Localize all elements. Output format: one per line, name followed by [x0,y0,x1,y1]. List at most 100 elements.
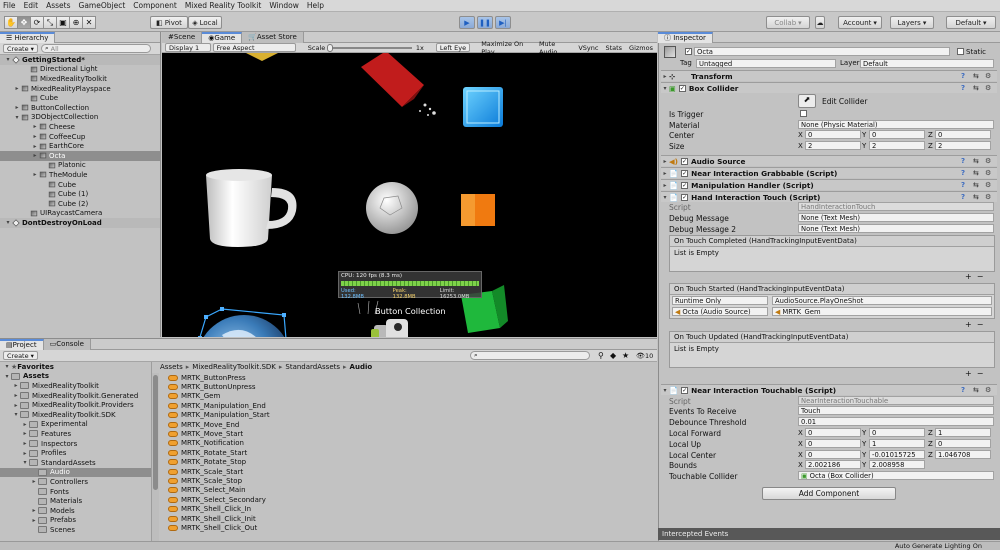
menu-item[interactable]: Assets [46,1,70,10]
touchable-enabled-checkbox[interactable]: ✓ [681,386,689,394]
project-tree-item[interactable]: Materials [0,496,151,506]
expand-icon[interactable]: ▸ [31,152,39,159]
asset-file-item[interactable]: MRTK_Select_Main [168,486,246,495]
menu-item[interactable]: Edit [24,1,39,10]
layer-dropdown[interactable]: Default [860,59,994,68]
project-tree-item[interactable]: Scenes [0,525,151,535]
menu-item[interactable]: Window [269,1,299,10]
vector-y-field[interactable]: 1 [869,439,925,448]
static-checkbox[interactable] [957,48,964,55]
hierarchy-item[interactable]: ▾ DontDestroyOnLoad [0,218,160,228]
vector-z-field[interactable]: 1.046708 [935,450,991,459]
pause-button[interactable]: ❚❚ [477,16,493,29]
project-tree-item[interactable]: ▸ Experimental [0,420,151,430]
vector-x-field[interactable]: 0 [805,130,861,139]
project-tree-item[interactable]: ▾ StandardAssets [0,458,151,468]
cloud-icon[interactable]: ☁ [815,16,825,29]
preset-icon[interactable]: ⇆ [973,193,981,201]
add-event-icon[interactable]: + − [965,369,984,378]
grabbable-header[interactable]: ▸ 📄 ✓ Near Interaction Grabbable (Script)? ⇆… [661,167,997,178]
asset-file-item[interactable]: MRTK_Scale_Start [168,467,243,476]
active-checkbox[interactable]: ✓ [685,48,692,55]
scale-slider-thumb[interactable] [327,43,334,52]
help-icon[interactable]: ? [961,157,969,165]
project-tree-item[interactable]: ▾ ★ Favorites [0,362,151,372]
tab-hierarchy[interactable]: ☰ Hierarchy [0,31,56,43]
display-dropdown[interactable]: Display 1 [165,43,211,52]
is-trigger-checkbox[interactable] [800,110,807,117]
asset-file-item[interactable]: MRTK_Move_End [168,420,239,429]
settings-icon[interactable]: ⚙ [985,157,993,165]
hierarchy-item[interactable]: ▸ TheModule [0,170,160,180]
target-object-field[interactable]: ◀ Octa (Audio Source) [672,307,768,316]
tab-console[interactable]: ▭ Console [43,338,91,350]
vector-x-field[interactable]: 0 [805,450,861,459]
preset-icon[interactable]: ⇆ [973,72,981,80]
preset-icon[interactable]: ⇆ [973,84,981,92]
play-button[interactable]: ▶ [459,16,475,29]
vector-y-field[interactable]: 2.008958 [869,460,925,469]
settings-icon[interactable]: ⚙ [985,169,993,177]
asset-file-item[interactable]: MRTK_Manipulation_End [168,401,266,410]
settings-icon[interactable]: ⚙ [985,193,993,201]
project-tree-item[interactable]: ▾ MixedRealityToolkit.SDK [0,410,151,420]
help-icon[interactable]: ? [961,72,969,80]
add-event-icon[interactable]: + − [965,272,984,281]
preset-icon[interactable]: ⇆ [973,169,981,177]
expand-icon[interactable]: ▸ [12,402,20,409]
asset-file-item[interactable]: MRTK_Gem [168,392,220,401]
collapse-icon[interactable]: ▾ [3,373,11,380]
hierarchy-item[interactable]: ▸ ButtonCollection [0,103,160,113]
runtime-dropdown[interactable]: Runtime Only [672,296,768,305]
edit-collider-button[interactable]: ⬈ [798,94,816,108]
menu-item[interactable]: Help [307,1,324,10]
menu-item[interactable]: Component [133,1,177,10]
asset-file-item[interactable]: MRTK_Move_Start [168,429,243,438]
vector-x-field[interactable]: 2.002186 [805,460,861,469]
collapse-icon[interactable]: ▾ [3,363,11,370]
collapse-icon[interactable]: ▾ [13,114,21,121]
pivot-button[interactable]: ◧ Pivot [150,16,188,29]
preset-icon[interactable]: ⇆ [973,386,981,394]
game-option-vsync[interactable]: VSync [575,43,601,52]
grabbable-enabled-checkbox[interactable]: ✓ [681,169,689,177]
vector-x-field[interactable]: 0 [805,439,861,448]
help-icon[interactable]: ? [961,386,969,394]
asset-file-item[interactable]: MRTK_Shell_Click_Out [168,523,257,532]
collapse-icon[interactable]: ▾ [21,459,29,466]
project-scrollbar[interactable] [152,373,159,544]
hierarchy-item[interactable]: Cube (1) [0,189,160,199]
vector-y-field[interactable]: 2 [869,141,925,150]
project-tree-item[interactable]: ▸ Controllers [0,477,151,487]
project-tree-item[interactable]: ▸ MixedRealityToolkit.Generated [0,391,151,401]
breadcrumb-item[interactable]: Audio [350,363,373,371]
game-option-gizmos[interactable]: Gizmos [626,43,656,52]
collapse-icon[interactable]: ▾ [4,219,12,226]
debounce-field[interactable]: 0.01 [798,417,994,426]
vector-z-field[interactable]: 1 [935,428,991,437]
function-dropdown[interactable]: AudioSource.PlayOneShot [772,296,992,305]
game-option-maximize-on-play[interactable]: Maximize On Play [478,40,535,56]
settings-icon[interactable]: ⚙ [985,84,993,92]
events-to-receive-dropdown[interactable]: Touch [798,406,994,415]
hierarchy-item[interactable]: UIRaycastCamera [0,209,160,219]
vector-z-field[interactable]: 0 [935,130,991,139]
expand-icon[interactable]: ▸ [30,478,38,485]
filter-label-icon[interactable]: ◆ [610,351,616,360]
audio-source-enabled-checkbox[interactable]: ✓ [680,157,688,165]
preset-icon[interactable]: ⇆ [973,181,981,189]
tab-inspector[interactable]: ⓘ Inspector [658,31,713,43]
project-scroll-thumb[interactable] [153,375,158,490]
manipulation-enabled-checkbox[interactable]: ✓ [681,181,689,189]
touchable-header[interactable]: ▾ 📄 ✓ Near Interaction Touchable (Script)? ⇆… [661,384,997,395]
tab-asset-store[interactable]: 🛒 Asset Store [242,31,304,43]
local-button[interactable]: ◈ Local [188,16,222,29]
expand-icon[interactable]: ▸ [31,171,39,178]
scale-slider[interactable] [327,43,412,52]
vector-x-field[interactable]: 0 [805,428,861,437]
asset-file-item[interactable]: MRTK_Notification [168,439,244,448]
menu-item[interactable]: Mixed Reality Toolkit [185,1,261,10]
asset-file-item[interactable]: MRTK_Rotate_Stop [168,458,246,467]
hand-touch-header[interactable]: ▾ 📄 ✓ Hand Interaction Touch (Script)? ⇆ ⚙ [661,191,997,202]
create-dropdown[interactable]: Create ▾ [3,44,38,53]
